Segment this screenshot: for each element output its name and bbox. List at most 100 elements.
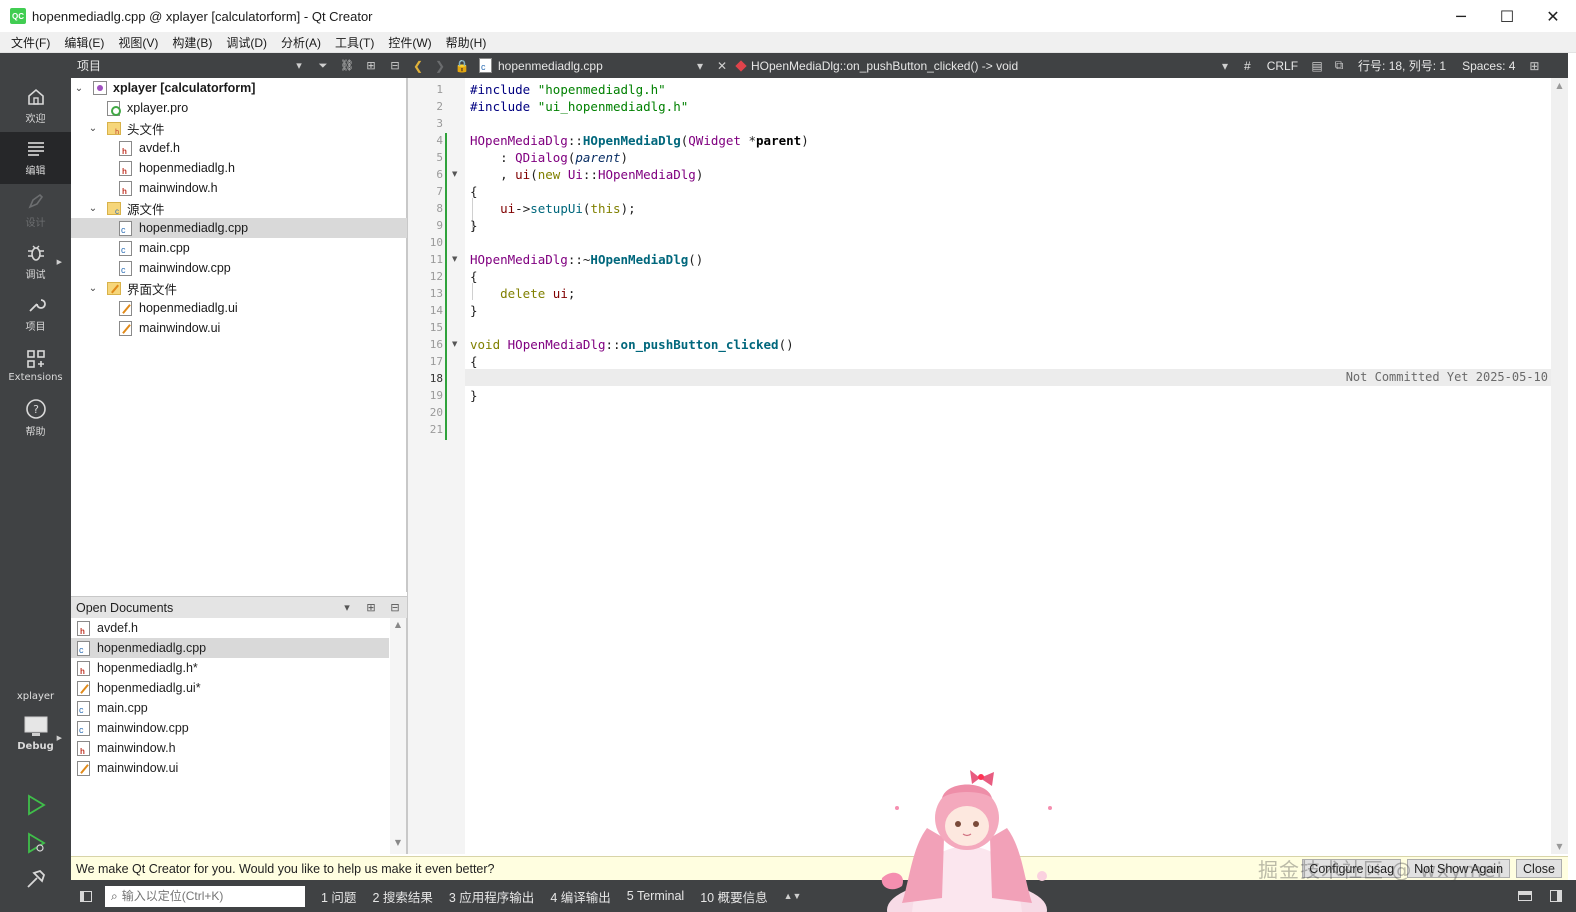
anime-girl-mascot-image [881,770,1052,912]
toggle-sidebar-button[interactable] [73,886,99,906]
right-sidebar-icon[interactable] [1550,890,1562,902]
code-editor[interactable]: Not Committed Yet 2025-05-10 #include "h… [465,78,1551,854]
close-window-button[interactable]: ✕ [1530,0,1576,32]
open-document-item[interactable]: mainwindow.h [71,738,389,758]
debug-run-button[interactable] [25,832,47,857]
pane-compile-output[interactable]: 4 编译输出 [544,887,616,906]
menu-file[interactable]: 文件(F) [4,34,57,51]
pane-search-results[interactable]: 2 搜索结果 [366,887,438,906]
run-button[interactable] [25,794,47,819]
minimize-button[interactable]: ─ [1438,0,1484,32]
locator[interactable]: ⌕ [105,885,305,907]
mode-welcome[interactable]: 欢迎 [0,80,71,132]
mode-debug[interactable]: 调试 ▶ [0,236,71,288]
tree-item-file-selected[interactable]: hopenmediadlg.cpp [71,218,407,238]
hash-indicator[interactable]: # [1236,59,1259,73]
tree-label: avdef.h [139,141,181,155]
target-selector[interactable]: Debug ▶ [0,708,71,760]
tree-item-sources[interactable]: ⌄ 源文件 [71,198,407,218]
menu-widgets[interactable]: 控件(W) [381,34,438,51]
tree-item-file[interactable]: hopenmediadlg.h [71,158,407,178]
split-icon[interactable]: ⊞ [359,595,383,620]
close-pane-icon[interactable]: ⊟ [383,53,407,78]
mode-design[interactable]: 设计 [0,184,71,236]
line-ending-selector[interactable]: CRLF [1259,59,1306,73]
pane-issues[interactable]: 1 问题 [315,887,362,906]
close-info-button[interactable]: Close [1516,859,1562,878]
tree-item-forms[interactable]: ⌄ 界面文件 [71,278,407,298]
forward-icon[interactable]: ❯ [429,59,451,73]
pane-application-output[interactable]: 3 应用程序输出 [443,887,540,906]
mode-edit[interactable]: 编辑 [0,132,71,184]
mode-help[interactable]: ? 帮助 [0,392,71,444]
menu-debug[interactable]: 调试(D) [219,34,274,51]
split-editor-icon[interactable]: ⊞ [1523,59,1545,73]
open-document-item[interactable]: main.cpp [71,698,389,718]
code-line: } [470,218,478,233]
expand-arrow-icon[interactable]: ⌄ [87,283,99,294]
split-icon[interactable]: ⊞ [359,53,383,78]
open-document-item[interactable]: mainwindow.cpp [71,718,389,738]
chevron-down-icon[interactable]: ▾ [287,53,311,78]
menu-edit[interactable]: 编辑(E) [57,34,111,51]
menu-view[interactable]: 视图(V) [111,34,165,51]
tree-item-project[interactable]: ⌄ xplayer [calculatorform] [71,78,407,98]
output-pane-icon[interactable] [1518,891,1532,901]
close-document-icon[interactable]: ✕ [711,59,733,73]
chevron-down-icon[interactable]: ▾ [335,595,359,620]
editor-scrollbar[interactable]: ▲ ▼ [1551,78,1568,854]
expand-arrow-icon[interactable]: ⌄ [87,203,99,214]
symbol-selector[interactable]: HOpenMediaDlg::on_pushButton_clicked() -… [733,59,1236,73]
scroll-down-icon[interactable]: ▼ [390,838,406,852]
scroll-down-icon[interactable]: ▼ [1551,842,1568,851]
projects-view-selector[interactable]: 项目 [77,57,287,74]
indent-setting[interactable]: Spaces: 4 [1454,59,1523,73]
menu-tools[interactable]: 工具(T) [328,34,381,51]
tree-item-headers[interactable]: ⌄ 头文件 [71,118,407,138]
open-document-item[interactable]: mainwindow.ui [71,758,389,778]
open-document-item[interactable]: hopenmediadlg.ui* [71,678,389,698]
fold-arrow-icon[interactable]: ▼ [452,340,457,348]
cursor-position[interactable]: 行号: 18, 列号: 1 [1350,57,1454,74]
pane-general-messages[interactable]: 10 概要信息 [694,887,773,906]
expand-arrow-icon[interactable]: ⌄ [73,83,85,94]
tree-item-pro[interactable]: xplayer.pro [71,98,407,118]
mode-extensions[interactable]: Extensions [0,340,71,392]
scroll-up-icon[interactable]: ▲ [390,620,406,634]
expand-arrow-icon[interactable]: ⌄ [87,123,99,134]
project-icon [93,81,107,95]
tree-item-file[interactable]: mainwindow.cpp [71,258,407,278]
filter-icon[interactable]: ⏷ [311,53,335,78]
menu-analyze[interactable]: 分析(A) [274,34,328,51]
open-document-item[interactable]: avdef.h [71,618,389,638]
back-icon[interactable]: ❮ [407,59,429,73]
tree-item-file[interactable]: main.cpp [71,238,407,258]
fold-arrow-icon[interactable]: ▼ [452,170,457,178]
tree-item-file[interactable]: mainwindow.ui [71,318,407,338]
open-documents-scrollbar[interactable]: ▲ ▼ [390,618,406,854]
document-selector[interactable]: hopenmediadlg.cpp ▾ [473,58,711,73]
close-pane-icon[interactable]: ⊟ [383,595,407,620]
mode-projects[interactable]: 项目 [0,288,71,340]
open-documents-title[interactable]: Open Documents [76,601,335,615]
editor-gutter[interactable]: 1 2 3 4 5 6 7 8 9 10 11 12 13 14 15 16 1… [407,78,465,854]
maximize-button[interactable]: ☐ [1484,0,1530,32]
tree-item-file[interactable]: mainwindow.h [71,178,407,198]
menu-help[interactable]: 帮助(H) [439,34,494,51]
fold-arrow-icon[interactable]: ▼ [452,255,457,263]
document-label: hopenmediadlg.cpp [97,641,207,655]
up-down-arrows-icon[interactable]: ▲▼ [784,891,802,901]
tree-item-file[interactable]: avdef.h [71,138,407,158]
menu-build[interactable]: 构建(B) [165,34,219,51]
open-document-item[interactable]: hopenmediadlg.h* [71,658,389,678]
link-icon[interactable]: ⛓ [335,53,359,78]
tree-item-file[interactable]: hopenmediadlg.ui [71,298,407,318]
document-outline-icon[interactable]: ▤ [1306,59,1328,73]
build-button[interactable] [25,868,47,893]
pane-terminal[interactable]: 5 Terminal [621,889,690,903]
locator-input[interactable] [121,889,282,903]
scroll-up-icon[interactable]: ▲ [1551,81,1568,90]
line-number: 10 [429,236,443,249]
copy-icon[interactable]: ⧉ [1328,58,1350,73]
open-document-item-selected[interactable]: hopenmediadlg.cpp [71,638,389,658]
